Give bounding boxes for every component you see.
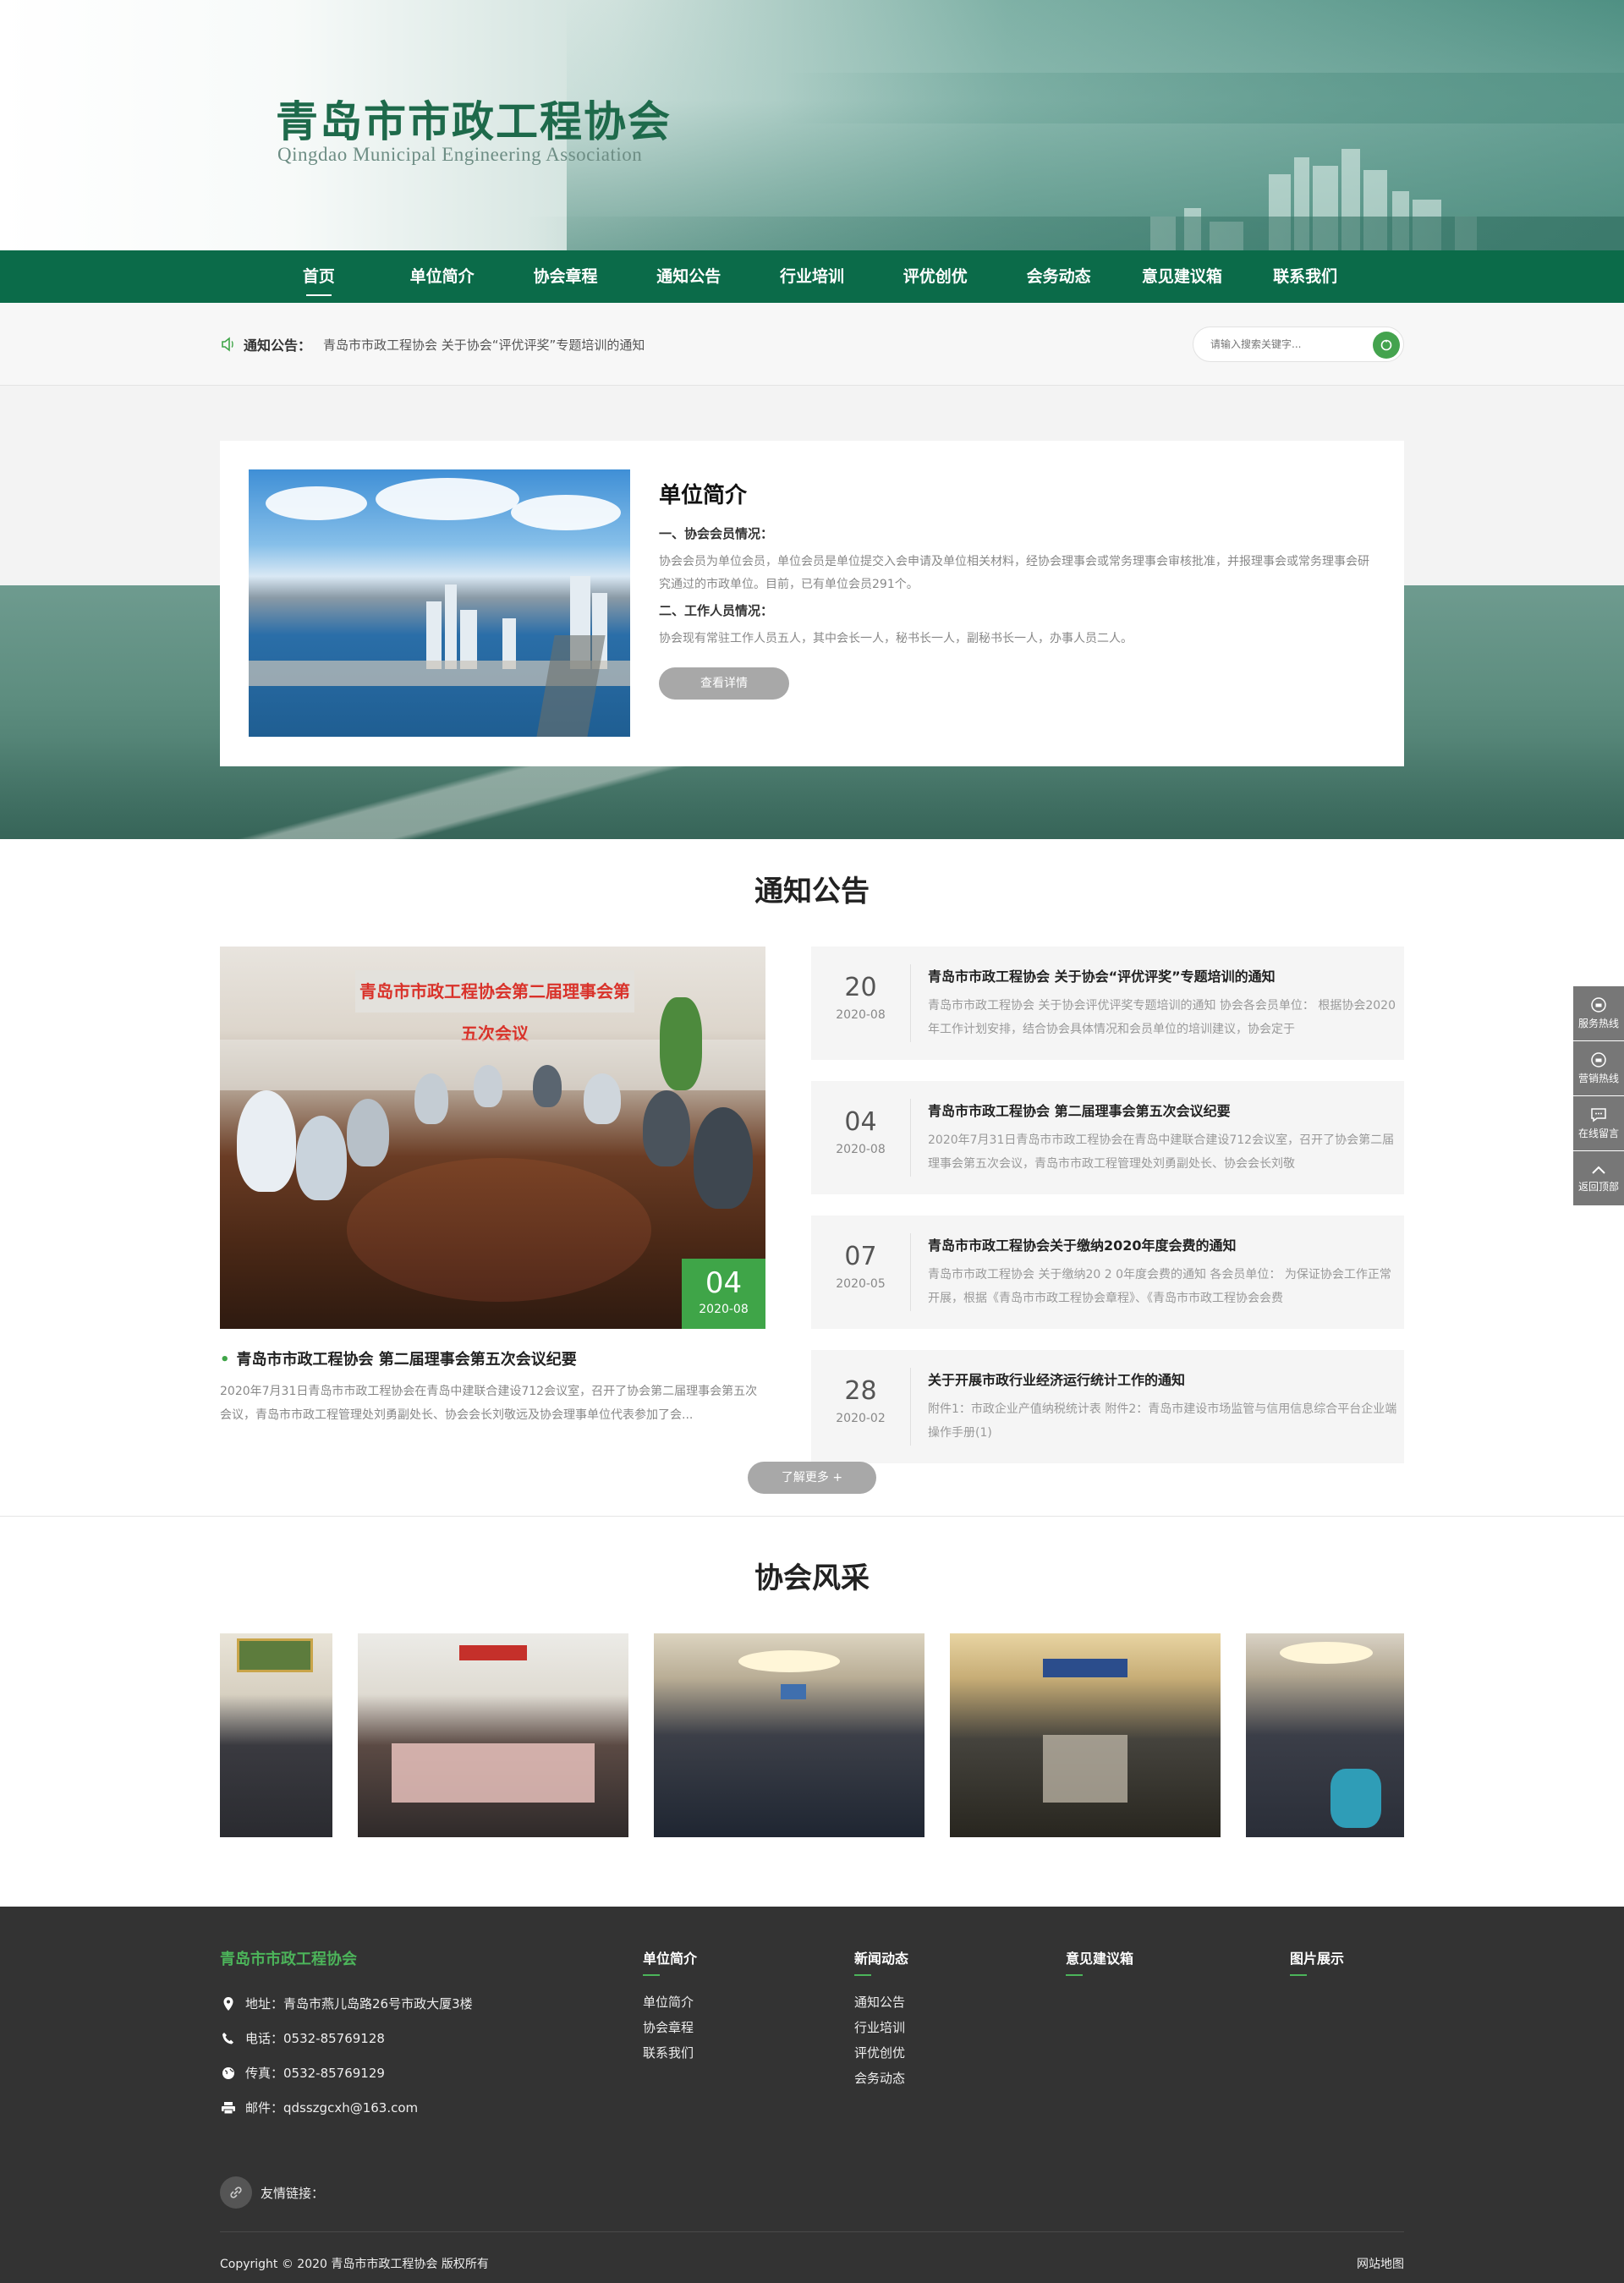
footer-email[interactable]: 邮件：qdsszgcxh@163.com [245, 2099, 418, 2116]
footer-bottom-bar: Copyright © 2020 青岛市市政工程协会 版权所有 网站地图 [220, 2231, 1404, 2283]
online-message-button[interactable]: 在线留言 [1573, 1096, 1624, 1150]
footer-link[interactable]: 会务动态 [854, 2066, 1066, 2091]
nav-item-contact[interactable]: 联系我们 [1243, 250, 1367, 303]
search-input[interactable] [1210, 338, 1363, 350]
news-item-summary: 青岛市市政工程协会 关于缴纳20 2 0年度会费的通知 各会员单位： 为保证协会… [928, 1268, 1391, 1305]
intro-heading-members: 一、协会会员情况： [659, 526, 774, 541]
link-icon [220, 2176, 252, 2209]
news-item-summary: 2020年7月31日青岛市市政工程协会在青岛中建联合建设712会议室，召开了协会… [928, 1133, 1395, 1171]
notice-bar-label: 通知公告： [244, 338, 312, 354]
featured-news-summary: 2020年7月31日青岛市市政工程协会在青岛中建联合建设712会议室，召开了协会… [220, 1385, 758, 1422]
gallery-photo[interactable] [358, 1633, 628, 1837]
side-toolbar: 服务热线 营销热线 在线留言 返回顶部 [1573, 986, 1624, 1206]
gallery-section-title: 协会风采 [754, 1561, 870, 1595]
footer-link[interactable]: 单位简介 [643, 1989, 854, 2015]
copyright: Copyright © 2020 青岛市市政工程协会 版权所有 [220, 2257, 489, 2271]
nav-item-suggestions[interactable]: 意见建议箱 [1120, 250, 1243, 303]
intro-heading-staff: 二、工作人员情况： [659, 603, 774, 618]
news-item-title[interactable]: 关于开展市政行业经济运行统计工作的通知 [928, 1369, 1402, 1389]
site-logo-title[interactable]: 青岛市市政工程协会 [276, 88, 672, 149]
news-item-summary: 青岛市市政工程协会 关于协会评优评奖专题培训的通知 协会各会员单位： 根据协会2… [928, 999, 1396, 1036]
footer-col-suggestions: 意见建议箱 [1066, 1947, 1290, 2167]
site-footer: 青岛市市政工程协会 地址：青岛市燕儿岛路26号市政大厦3楼 电话：0532-85… [0, 1907, 1624, 2283]
gallery-section: 协会风采 [0, 1555, 1624, 1905]
nav-item-about[interactable]: 单位简介 [381, 250, 504, 303]
nav-item-charter[interactable]: 协会章程 [504, 250, 628, 303]
footer-address: 地址：青岛市燕儿岛路26号市政大厦3楼 [245, 1996, 473, 2011]
friend-links: 友情链接： [220, 2167, 1404, 2218]
footer-org-name: 青岛市市政工程协会 [220, 1951, 357, 1968]
service-hotline-button[interactable]: 服务热线 [1573, 986, 1624, 1040]
intro-city-photo [249, 469, 630, 737]
footer-contact: 青岛市市政工程协会 地址：青岛市燕儿岛路26号市政大厦3楼 电话：0532-85… [220, 1947, 643, 2167]
footer-fax: 传真：0532-85769129 [245, 2066, 385, 2081]
news-list-item[interactable]: 20 2020-08 青岛市市政工程协会 关于协会“评优评奖”专题培训的通知 青岛市… [811, 947, 1404, 1060]
footer-link[interactable]: 协会章程 [643, 2015, 854, 2040]
main-nav: 首页 单位简介 协会章程 通知公告 行业培训 评优创优 会务动态 意见建议箱 联… [0, 250, 1624, 303]
intro-paragraph-members: 协会会员为单位会员，单位会员是单位提交入会申请及单位相关材料，经协会理事会或常务… [659, 555, 1369, 591]
featured-date-badge: 04 2020-08 [682, 1259, 765, 1329]
footer-link[interactable]: 联系我们 [643, 2040, 854, 2066]
news-list-item[interactable]: 28 2020-02 关于开展市政行业经济运行统计工作的通知 附件1：市政企业产值纳… [811, 1350, 1404, 1463]
site-header: 青岛市市政工程协会 Qingdao Municipal Engineering … [0, 0, 1624, 250]
phone-icon [1591, 996, 1606, 1013]
meeting-banner: 青岛市市政工程协会第二届理事会第五次会议 [355, 970, 634, 1044]
search-button[interactable] [1373, 332, 1400, 359]
search-icon [1380, 339, 1392, 351]
news-list-item[interactable]: 07 2020-05 青岛市市政工程协会关于缴纳2020年度会费的通知 青岛市市政工… [811, 1216, 1404, 1329]
news-item-summary: 附件1：市政企业产值纳税统计表 附件2：青岛市建设市场监管与信用信息综合平台企业… [928, 1402, 1397, 1440]
news-section-title: 通知公告 [754, 875, 870, 908]
news-list: 20 2020-08 青岛市市政工程协会 关于协会“评优评奖”专题培训的通知 青岛市… [811, 947, 1404, 1484]
back-to-top-button[interactable]: 返回顶部 [1573, 1151, 1624, 1205]
footer-col-about: 单位简介 单位简介 协会章程 联系我们 [643, 1947, 854, 2167]
footer-col-gallery: 图片展示 [1290, 1947, 1404, 2167]
news-section: 通知公告 青岛市市政工程协会第二届理事会第五次会议 04 2020-08 • 青… [0, 839, 1624, 1555]
sitemap-link[interactable]: 网站地图 [1357, 2255, 1404, 2272]
footer-link[interactable]: 评优创优 [854, 2040, 1066, 2066]
gallery-photo[interactable] [1246, 1633, 1404, 1837]
gallery-photo[interactable] [654, 1633, 924, 1837]
notice-bar-link[interactable]: 青岛市市政工程协会 关于协会“评优评奖”专题培训的通知 [323, 336, 645, 354]
nav-item-events[interactable]: 会务动态 [997, 250, 1121, 303]
notice-bar: 通知公告： 青岛市市政工程协会 关于协会“评优评奖”专题培训的通知 [0, 303, 1624, 386]
footer-col-news: 新闻动态 通知公告 行业培训 评优创优 会务动态 [854, 1947, 1066, 2167]
printer-icon [222, 2101, 235, 2114]
gallery-photo[interactable] [950, 1633, 1221, 1837]
sales-hotline-button[interactable]: 营销热线 [1573, 1041, 1624, 1095]
friend-links-label: 友情链接： [261, 2185, 325, 2201]
message-icon [1591, 1107, 1606, 1122]
intro-paragraph-staff: 协会现有常驻工作人员五人，其中会长一人，秘书长一人，副秘书长一人，办事人员二人。 [659, 632, 1133, 645]
view-details-button[interactable]: 查看详情 [659, 667, 789, 700]
globe-icon [222, 2066, 234, 2079]
gallery-strip [220, 1633, 1404, 1837]
phone-icon [1591, 1051, 1606, 1067]
phone-icon [222, 2032, 233, 2044]
footer-link[interactable]: 行业培训 [854, 2015, 1066, 2040]
news-item-title[interactable]: 青岛市市政工程协会 关于协会“评优评奖”专题培训的通知 [928, 965, 1402, 985]
featured-news-photo[interactable]: 青岛市市政工程协会第二届理事会第五次会议 04 2020-08 [220, 947, 765, 1329]
nav-item-notices[interactable]: 通知公告 [627, 250, 750, 303]
site-logo-subtitle: Qingdao Municipal Engineering Associatio… [277, 144, 643, 165]
search-box [1193, 327, 1404, 362]
news-item-title[interactable]: 青岛市市政工程协会 第二届理事会第五次会议纪要 [928, 1100, 1402, 1120]
intro-title: 单位简介 [659, 483, 748, 508]
nav-item-home[interactable]: 首页 [257, 250, 381, 303]
news-item-title[interactable]: 青岛市市政工程协会关于缴纳2020年度会费的通知 [928, 1234, 1402, 1254]
footer-phone: 电话：0532-85769128 [245, 2031, 385, 2046]
news-list-item[interactable]: 04 2020-08 青岛市市政工程协会 第二届理事会第五次会议纪要 2020年7月… [811, 1081, 1404, 1194]
featured-news[interactable]: 青岛市市政工程协会第二届理事会第五次会议 04 2020-08 • 青岛市市政工… [220, 947, 765, 1484]
intro-card: 单位简介 一、协会会员情况： 协会会员为单位会员，单位会员是单位提交入会申请及单… [220, 441, 1404, 766]
speaker-icon [222, 337, 233, 352]
footer-link[interactable]: 通知公告 [854, 1989, 1066, 2015]
nav-item-training[interactable]: 行业培训 [750, 250, 874, 303]
featured-news-title[interactable]: • 青岛市市政工程协会 第二届理事会第五次会议纪要 [220, 1347, 765, 1369]
chevron-up-icon [1592, 1166, 1605, 1174]
intro-section: 单位简介 一、协会会员情况： 协会会员为单位会员，单位会员是单位提交入会申请及单… [0, 386, 1624, 839]
location-icon [223, 1996, 233, 2011]
more-news-button[interactable]: 了解更多 + [748, 1462, 876, 1494]
nav-item-awards[interactable]: 评优创优 [874, 250, 997, 303]
gallery-photo[interactable] [220, 1633, 332, 1837]
